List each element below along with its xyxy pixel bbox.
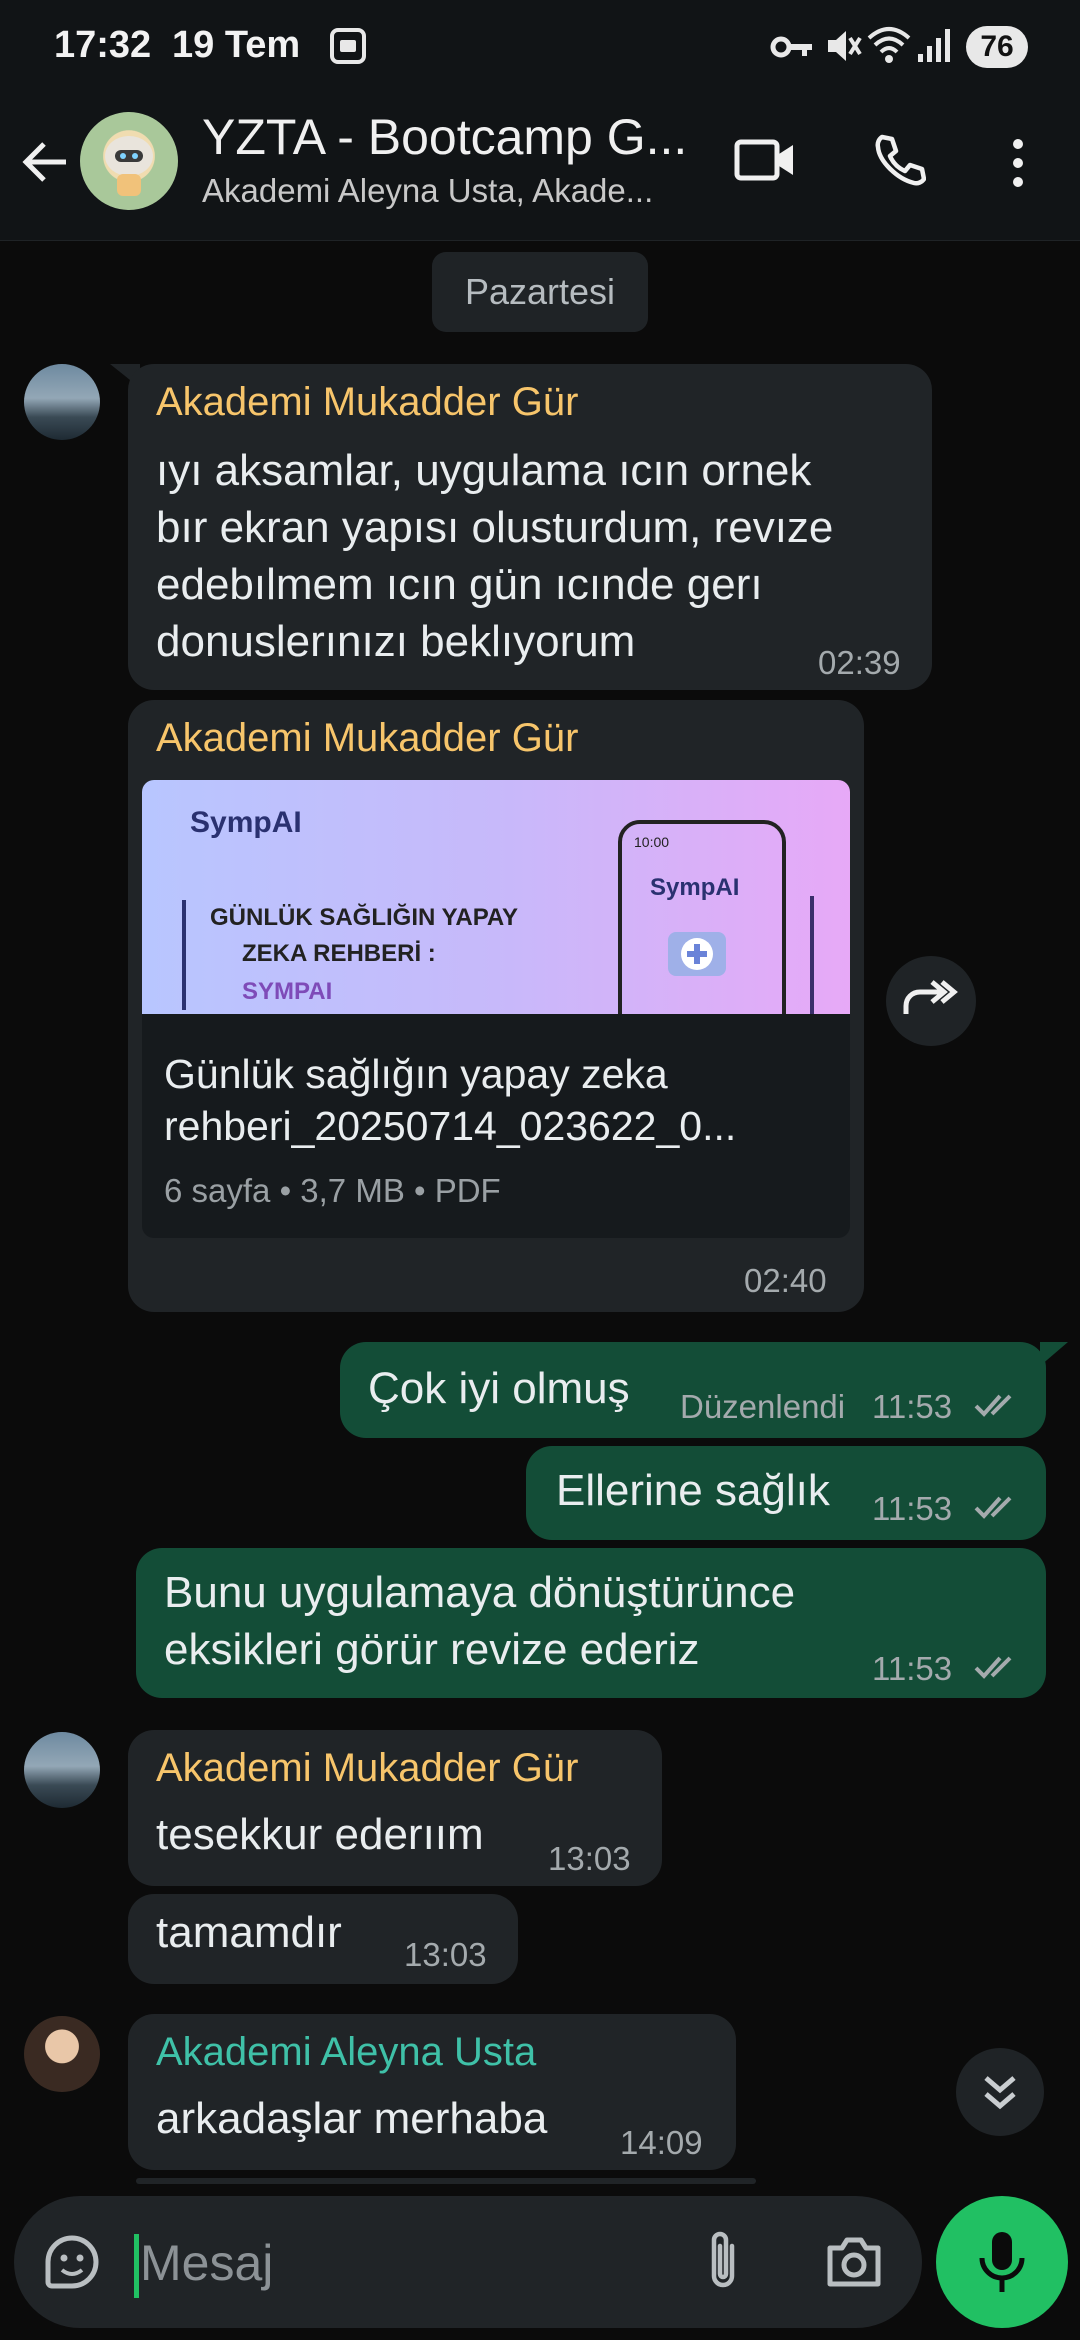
preview-phone-time: 10:00: [634, 834, 670, 850]
message-text: tamamdır: [156, 1908, 342, 1957]
preview-headline: ZEKA REHBERİ :: [242, 940, 436, 967]
back-arrow-icon[interactable]: [18, 134, 74, 190]
edited-label: Düzenlendi: [680, 1388, 846, 1425]
signal-icon: [916, 26, 956, 64]
file-name: rehberi_20250714_023622_0...: [164, 1103, 737, 1149]
message-time: 11:53: [872, 1388, 953, 1425]
screenshot-icon: [328, 26, 368, 66]
message-sender: Akademi Mukadder Gür: [156, 716, 579, 760]
chat-title[interactable]: YZTA - Bootcamp G...: [202, 108, 702, 166]
sticker-icon[interactable]: [42, 2232, 102, 2292]
message-time: 13:03: [548, 1840, 631, 1877]
message-text: Çok iyi olmuş: [368, 1364, 630, 1413]
message-input[interactable]: Mesaj: [140, 2234, 273, 2292]
preview-phone-brand: SympAI: [650, 874, 740, 901]
scroll-to-bottom-button[interactable]: [956, 2048, 1044, 2136]
read-receipt-icon: [974, 1492, 1022, 1522]
message-text-line: Bunu uygulamaya dönüştürünce: [164, 1568, 796, 1617]
mute-icon: [822, 26, 862, 66]
message-time: 11:53: [872, 1490, 953, 1527]
message-text-line: bır ekran yapısı olusturdum, revıze: [156, 503, 834, 552]
group-avatar[interactable]: [80, 112, 178, 210]
message-sender: Akademi Aleyna Usta: [156, 2030, 537, 2074]
message-text-line: eksikleri görür revize ederiz: [164, 1625, 700, 1674]
sender-avatar[interactable]: [24, 1732, 100, 1808]
message-time: 11:53: [872, 1650, 953, 1687]
more-vert-icon[interactable]: [1004, 138, 1032, 188]
status-date: 19 Tem: [172, 24, 301, 66]
message-text: tesekkur ederıım: [156, 1810, 484, 1859]
file-name: Günlük sağlığın yapay zeka: [164, 1051, 668, 1097]
camera-icon[interactable]: [824, 2234, 884, 2290]
medical-kit-icon: [662, 920, 732, 980]
preview-headline: SYMPAI: [242, 978, 333, 1005]
message-text-line: ıyı aksamlar, uygulama ıcın ornek: [156, 446, 812, 495]
message-text-line: donuslerınızı beklıyorum: [156, 617, 636, 666]
message-sender: Akademi Mukadder Gür: [156, 380, 579, 424]
message-time: 02:39: [818, 644, 901, 681]
message-time: 13:03: [404, 1936, 487, 1973]
file-meta: 6 sayfa • 3,7 MB • PDF: [164, 1172, 501, 1209]
mic-button[interactable]: [936, 2196, 1068, 2328]
read-receipt-icon: [974, 1390, 1022, 1420]
message-time: 02:40: [744, 1262, 827, 1299]
pdf-preview-image[interactable]: SympAI GÜNLÜK SAĞLIĞIN YAPAY ZEKA REHBER…: [142, 780, 850, 1014]
phone-icon[interactable]: [870, 132, 926, 188]
wifi-icon: [866, 24, 912, 64]
read-receipt-icon: [974, 1652, 1022, 1682]
message-time: 14:09: [620, 2124, 703, 2161]
battery-indicator: 76: [966, 26, 1028, 68]
attach-icon[interactable]: [698, 2228, 748, 2294]
sender-avatar[interactable]: [24, 2016, 100, 2092]
message-text: arkadaşlar merhaba: [156, 2094, 548, 2143]
preview-headline: GÜNLÜK SAĞLIĞIN YAPAY: [210, 904, 519, 931]
preview-divider: [810, 896, 814, 1014]
preview-divider: [182, 900, 186, 1010]
message-sender: Akademi Mukadder Gür: [156, 1746, 579, 1790]
forward-button[interactable]: [886, 956, 976, 1046]
next-message-edge: [136, 2178, 756, 2184]
chat-participants[interactable]: Akademi Aleyna Usta, Akade...: [202, 172, 682, 210]
day-separator: Pazartesi: [432, 252, 648, 332]
message-text: Ellerine sağlık: [556, 1466, 830, 1515]
status-time: 17:32: [54, 24, 152, 66]
video-call-icon[interactable]: [734, 134, 796, 186]
bubble-tail: [1040, 1342, 1068, 1366]
text-cursor: [134, 2234, 139, 2298]
vpn-key-icon: [770, 30, 814, 64]
sender-avatar[interactable]: [24, 364, 100, 440]
preview-brand: SympAI: [190, 806, 302, 839]
message-text-line: edebılmem ıcın gün ıcınde gerı: [156, 560, 763, 609]
